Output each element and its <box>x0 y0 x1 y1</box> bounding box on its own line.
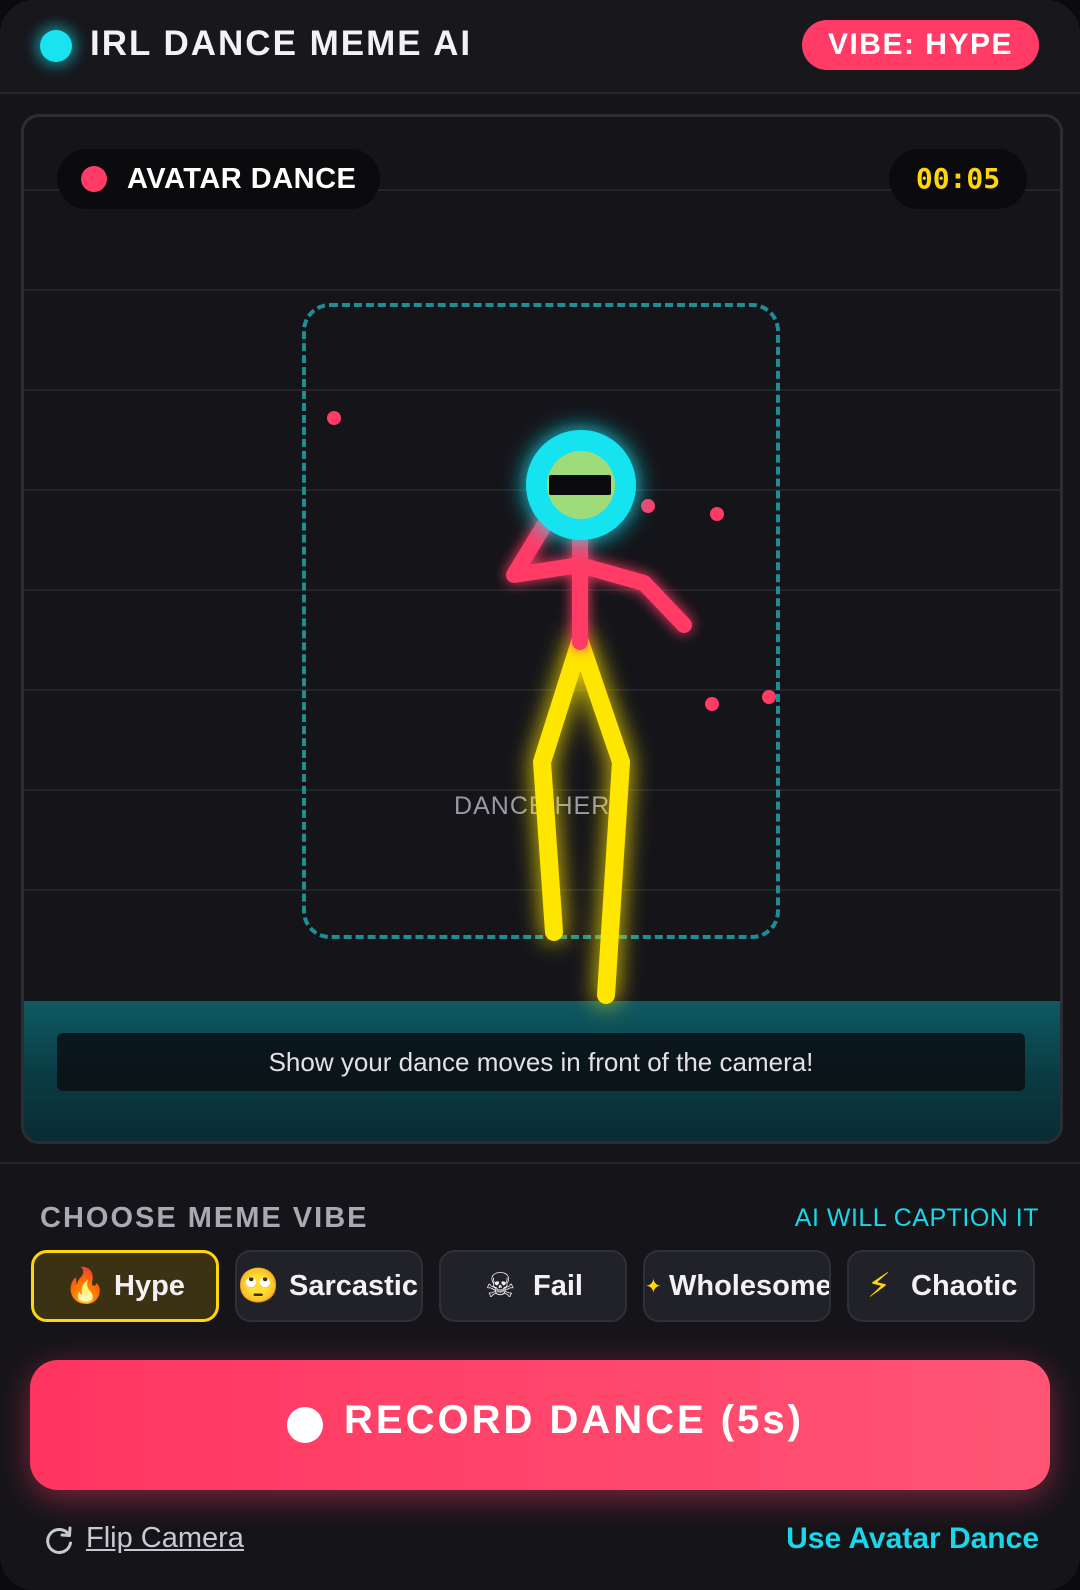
sparkle-particle <box>641 499 655 513</box>
sparkle-particle <box>705 697 719 711</box>
sparkle-particle <box>710 507 724 521</box>
instruction-caption: Show your dance moves in front of the ca… <box>57 1033 1025 1091</box>
vibe-chip-label: Hype <box>114 1270 185 1302</box>
app-screen: IRL DANCE MEME AI VIBE: HYPE AVATAR DANC… <box>0 0 1080 1590</box>
sparkle-particle <box>762 690 776 704</box>
vibe-chip-chaotic[interactable]: ⚡ Chaotic <box>847 1250 1035 1322</box>
record-icon <box>287 1407 323 1443</box>
vibe-chip-sarcastic[interactable]: 🙄 Sarcastic <box>235 1250 423 1322</box>
app-header: IRL DANCE MEME AI VIBE: HYPE <box>0 0 1080 94</box>
record-button-label: RECORD DANCE (5s) <box>344 1398 804 1442</box>
skull-crossbones-icon: ☠ <box>485 1266 516 1306</box>
controls-panel: CHOOSE MEME VIBE AI WILL CAPTION IT 🔥 Hy… <box>0 1162 1080 1590</box>
vibe-chip-label: Fail <box>533 1270 583 1302</box>
avatar-stick-figure <box>327 411 776 1004</box>
sparkles-icon: ✦ <box>645 1274 662 1298</box>
camera-preview: AVATAR DANCE 00:05 DANCE HERE Show your … <box>21 114 1063 1144</box>
sparkle-particle <box>327 411 341 425</box>
avatar-head <box>526 430 636 540</box>
vibe-chip-label: Chaotic <box>911 1270 1018 1302</box>
vibe-badge: VIBE: HYPE <box>801 20 1039 70</box>
ai-caption-note: AI WILL CAPTION IT <box>794 1204 1039 1232</box>
vibe-section-title: CHOOSE MEME VIBE <box>40 1202 369 1234</box>
flip-camera-label: Flip Camera <box>86 1522 244 1554</box>
use-avatar-dance-link[interactable]: Use Avatar Dance <box>786 1522 1039 1556</box>
app-title: IRL DANCE MEME AI <box>90 24 473 63</box>
vibe-chip-hype[interactable]: 🔥 Hype <box>31 1250 219 1322</box>
fire-icon: 🔥 <box>64 1266 107 1306</box>
status-indicator-dot <box>40 30 72 62</box>
vibe-selector: 🔥 Hype 🙄 Sarcastic ☠ Fail ✦ Wholesome ⚡ … <box>31 1250 1051 1324</box>
avatar-legs <box>533 633 630 1004</box>
vibe-chip-wholesome[interactable]: ✦ Wholesome <box>643 1250 831 1322</box>
record-dance-button[interactable]: RECORD DANCE (5s) <box>30 1360 1050 1490</box>
lightning-icon: ⚡ <box>867 1266 891 1306</box>
refresh-icon <box>46 1526 72 1554</box>
eye-roll-face-icon: 🙄 <box>237 1266 280 1306</box>
vibe-chip-label: Wholesome <box>669 1270 831 1302</box>
vibe-chip-label: Sarcastic <box>289 1270 418 1302</box>
vibe-chip-fail[interactable]: ☠ Fail <box>439 1250 627 1322</box>
sunglasses-icon <box>549 475 611 495</box>
